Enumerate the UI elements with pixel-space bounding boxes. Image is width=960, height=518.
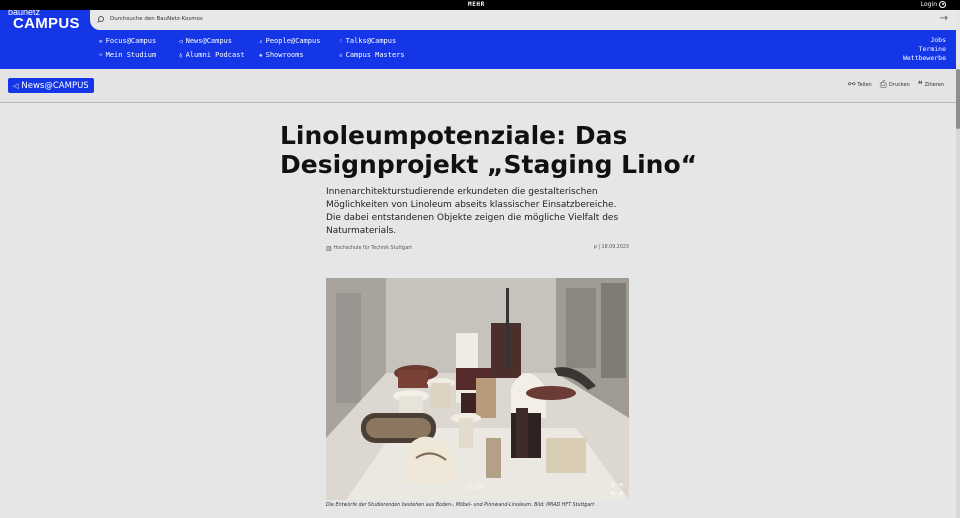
print-icon: ⎙ <box>879 80 887 90</box>
image-counter: 01/20 <box>466 484 485 491</box>
section-bar: ◁ News@CAMPUS ⚯ Teilen ⎙ Drucken ❝ Zitieren <box>0 69 956 103</box>
nav-wettbewerbe[interactable]: Wettbewerbe <box>903 54 946 63</box>
nav-talks-campus[interactable]: ♢ Talks@Campus <box>339 37 396 45</box>
top-bar: MEHR Login <box>0 0 960 10</box>
speech-bubble-icon: ♢ <box>339 37 343 45</box>
cite-button[interactable]: ❝ Zitieren <box>918 80 944 90</box>
nav-campus-masters[interactable]: ♕ Campus Masters <box>339 51 405 59</box>
secondary-nav: Jobs Termine Wettbewerbe <box>903 36 946 63</box>
page: baunetz CAMPUS Durchsuche den BauNetz-Ko… <box>0 0 960 518</box>
microphone-icon: ♁ <box>179 51 183 59</box>
nav-label: Alumni Podcast <box>185 51 245 59</box>
fullscreen-icon[interactable] <box>611 483 623 495</box>
search-bar[interactable]: Durchsuche den BauNetz-Kosmos → <box>90 10 956 30</box>
quote-icon: ❝ <box>917 80 923 90</box>
search-submit-arrow-icon[interactable]: → <box>940 13 948 24</box>
nav-label: Talks@Campus <box>345 37 397 45</box>
nav-label: Mein Studium <box>105 51 157 59</box>
print-button[interactable]: ⎙ Drucken <box>880 80 910 90</box>
cite-label: Zitieren <box>924 82 944 88</box>
nav-label: Campus Masters <box>345 51 405 59</box>
sparkle-icon: ✲ <box>99 37 103 45</box>
login-label: Login <box>920 1 937 8</box>
share-icon: ⚯ <box>847 80 856 90</box>
article-actions: ⚯ Teilen ⎙ Drucken ❝ Zitieren <box>848 80 944 90</box>
nav-news-campus[interactable]: ◁ News@Campus <box>179 37 232 45</box>
article-title: Linoleumpotenziale: Das Designprojekt „S… <box>280 121 698 179</box>
share-button[interactable]: ⚯ Teilen <box>848 80 872 90</box>
scrollbar-thumb[interactable] <box>956 69 960 129</box>
search-input[interactable]: Durchsuche den BauNetz-Kosmos <box>110 16 203 22</box>
institution-link[interactable]: ▥ Hochschule für Technik Stuttgart <box>326 245 412 252</box>
user-icon <box>939 1 946 8</box>
login-button[interactable]: Login <box>921 1 946 8</box>
megaphone-icon: ◁ <box>179 37 183 45</box>
nav-label: People@Campus <box>265 37 321 45</box>
nav-focus-campus[interactable]: ✲ Focus@Campus <box>99 37 156 45</box>
article-image[interactable] <box>326 278 629 500</box>
nav-termine[interactable]: Termine <box>903 45 946 54</box>
more-button[interactable]: MEHR <box>468 1 485 8</box>
nav-people-campus[interactable]: ♙ People@Campus <box>259 37 320 45</box>
institution-label: Hochschule für Technik Stuttgart <box>333 246 413 251</box>
share-label: Teilen <box>857 82 872 88</box>
megaphone-icon: ◁ <box>13 81 19 90</box>
logo-line2: CAMPUS <box>13 15 80 32</box>
bulb-icon: ☼ <box>99 51 103 59</box>
print-label: Drucken <box>888 82 910 88</box>
article-meta: ▥ Hochschule für Technik Stuttgart p | 18… <box>326 245 629 252</box>
nav-label: Showrooms <box>265 51 304 59</box>
scrollbar[interactable] <box>956 69 960 518</box>
nav-jobs[interactable]: Jobs <box>903 36 946 45</box>
furniture-exhibition-image <box>326 278 629 500</box>
nav-mein-studium[interactable]: ☼ Mein Studium <box>99 51 156 59</box>
article-date: p | 18.09.2023 <box>593 245 629 250</box>
article-lead: Innenarchitekturstudierende erkundeten d… <box>326 187 619 236</box>
person-icon: ♙ <box>259 37 263 45</box>
nav-alumni-podcast[interactable]: ♁ Alumni Podcast <box>179 51 245 59</box>
trophy-icon: ♕ <box>339 51 343 59</box>
section-badge[interactable]: ◁ News@CAMPUS <box>8 78 94 93</box>
site-header: baunetz CAMPUS Durchsuche den BauNetz-Ko… <box>0 0 956 69</box>
nav-label: News@Campus <box>185 37 232 45</box>
building-icon: ▥ <box>326 245 332 252</box>
search-icon <box>98 16 104 22</box>
nav-showrooms[interactable]: ❖ Showrooms <box>259 51 304 59</box>
nav-label: Focus@Campus <box>105 37 157 45</box>
image-caption: Die Entwürfe der Studierenden bestehen a… <box>326 503 595 508</box>
section-badge-label: News@CAMPUS <box>21 80 89 91</box>
cube-icon: ❖ <box>259 51 263 59</box>
